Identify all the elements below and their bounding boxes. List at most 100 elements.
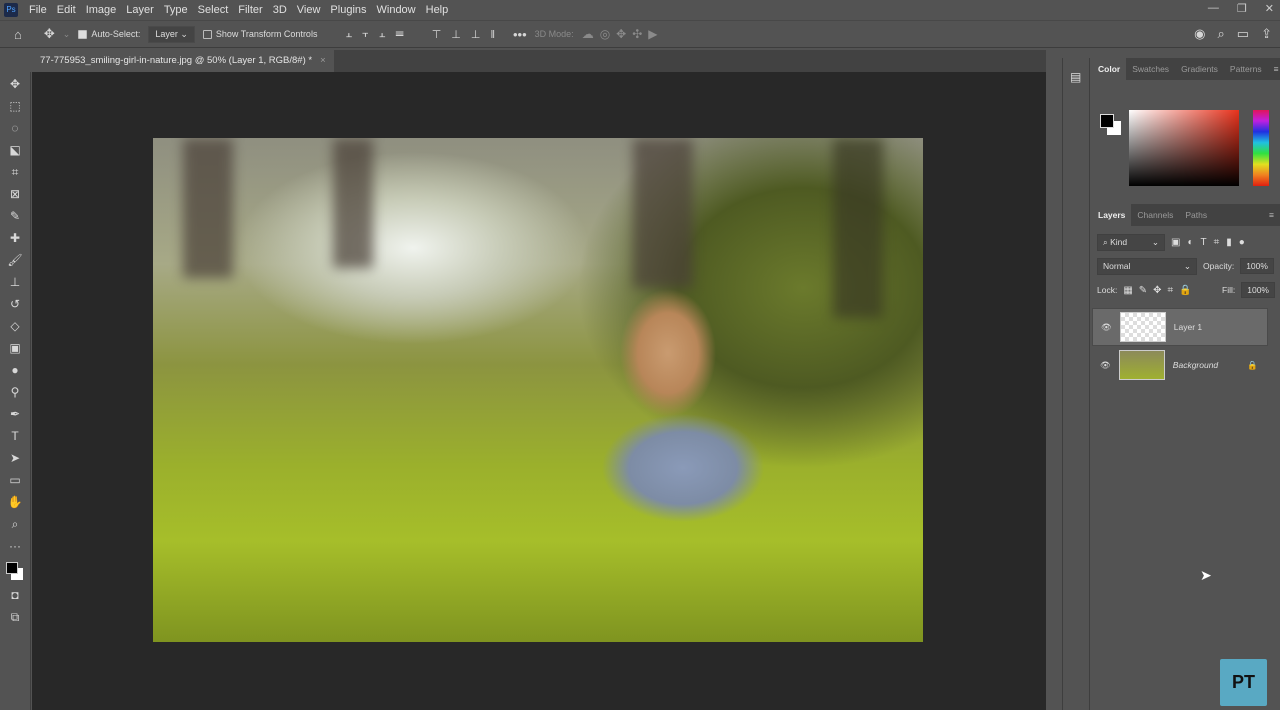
menu-file[interactable]: File	[24, 4, 52, 16]
color-field[interactable]	[1129, 110, 1239, 186]
layer-select-value: Layer	[155, 28, 178, 39]
share-upload-icon[interactable]: ⇪	[1261, 26, 1272, 42]
filter-kind-select[interactable]: ⌕ Kind ⌄	[1097, 233, 1165, 251]
panel-menu-icon[interactable]: ≡	[1268, 58, 1280, 80]
gradient-tool-icon[interactable]: ▣	[9, 340, 20, 357]
menu-bar: Ps File Edit Image Layer Type Select Fil…	[0, 0, 1280, 19]
edit-toolbar-icon[interactable]: ···	[9, 538, 21, 555]
menu-window[interactable]: Window	[372, 4, 421, 16]
show-transform-checkbox[interactable]: Show Transform Controls	[202, 29, 318, 39]
color-panel	[1092, 80, 1280, 196]
blur-tool-icon[interactable]: ●	[11, 362, 18, 379]
show-transform-label: Show Transform Controls	[215, 29, 318, 39]
fg-bg-color-swatch[interactable]	[4, 560, 26, 582]
close-icon[interactable]: ✕	[1265, 2, 1274, 15]
layer-name: Background	[1172, 360, 1219, 370]
type-tool-icon[interactable]: T	[11, 428, 18, 445]
pen-tool-icon[interactable]: ✒	[10, 406, 20, 423]
quick-mask-icon[interactable]: ◘	[11, 587, 18, 604]
share-icon[interactable]: ◉	[1194, 26, 1205, 42]
home-icon[interactable]: ⌂	[14, 27, 22, 42]
3d-tools-icons[interactable]: ☁◎✥✣▶	[582, 27, 664, 41]
filter-kind-value: Kind	[1110, 236, 1128, 247]
menu-plugins[interactable]: Plugins	[325, 4, 371, 16]
opacity-input[interactable]: 100%	[1240, 258, 1274, 274]
menu-select[interactable]: Select	[193, 4, 234, 16]
history-brush-icon[interactable]: ↺	[10, 296, 20, 313]
tab-gradients[interactable]: Gradients	[1175, 58, 1224, 80]
menu-help[interactable]: Help	[421, 4, 454, 16]
close-tab-icon[interactable]: ×	[320, 50, 326, 72]
tab-patterns[interactable]: Patterns	[1224, 58, 1268, 80]
dodge-tool-icon[interactable]: ⚲	[11, 384, 20, 401]
fill-input[interactable]: 100%	[1241, 282, 1275, 298]
healing-brush-icon[interactable]: ✚	[10, 230, 20, 247]
tab-layers[interactable]: Layers	[1092, 204, 1132, 226]
layer-select[interactable]: Layer ⌄	[148, 25, 195, 43]
chevron-down-icon[interactable]: ⌄	[63, 29, 71, 40]
clone-stamp-icon[interactable]: ⊥	[10, 274, 20, 291]
layer-row[interactable]: 👁 Layer 1	[1092, 308, 1268, 346]
workspace-icon[interactable]: ▭	[1237, 26, 1249, 42]
minimize-icon[interactable]: —	[1208, 2, 1219, 15]
layer-row[interactable]: 👁 Background 🔒	[1092, 346, 1280, 384]
filter-type-icons[interactable]: ▣◐T⌗▮●	[1171, 237, 1252, 248]
document-image[interactable]	[153, 138, 923, 642]
layers-panel-tabs: Layers Channels Paths ≡	[1092, 204, 1280, 226]
menu-filter[interactable]: Filter	[233, 4, 267, 16]
layer-filter-row: ⌕ Kind ⌄ ▣◐T⌗▮●	[1092, 230, 1280, 254]
auto-select-label: Auto-Select:	[91, 29, 141, 39]
menu-type[interactable]: Type	[159, 4, 193, 16]
menu-view[interactable]: View	[292, 4, 326, 16]
right-panels: Color Swatches Gradients Patterns ≡ Laye…	[1092, 58, 1280, 710]
menu-edit[interactable]: Edit	[52, 4, 81, 16]
visibility-eye-icon[interactable]: 👁	[1100, 360, 1111, 371]
tab-channels[interactable]: Channels	[1131, 204, 1179, 226]
options-bar: ⌂ ✥ ⌄ Auto-Select: Layer ⌄ Show Transfor…	[0, 20, 1280, 48]
hand-tool-icon[interactable]: ✋	[8, 494, 23, 511]
search-icon[interactable]: ⌕	[1218, 26, 1225, 42]
eraser-tool-icon[interactable]: ◇	[10, 318, 19, 335]
frame-tool-icon[interactable]: ⊠	[10, 186, 20, 203]
eyedropper-tool-icon[interactable]: ✎	[10, 208, 20, 225]
crop-tool-icon[interactable]: ⌗	[12, 164, 19, 181]
move-tool-icon[interactable]: ✥	[10, 76, 20, 93]
distribute-icons[interactable]: ⊤⊥⊥‖	[432, 28, 505, 41]
menu-3d[interactable]: 3D	[268, 4, 292, 16]
object-select-tool-icon[interactable]: ⬕	[9, 142, 20, 159]
3d-mode-label: 3D Mode:	[534, 29, 574, 39]
photoshop-logo: Ps	[4, 2, 18, 17]
lock-icons[interactable]: ▦✎✥⌗🔒	[1123, 285, 1197, 296]
collapsed-panel-column: ▤	[1062, 58, 1090, 710]
visibility-eye-icon[interactable]: 👁	[1101, 322, 1112, 333]
hue-slider[interactable]	[1253, 110, 1269, 186]
lock-icon: 🔒	[1247, 359, 1258, 370]
document-tab-title: 77-775953_smiling-girl-in-nature.jpg @ 5…	[40, 55, 313, 66]
rectangle-tool-icon[interactable]: ▭	[9, 472, 20, 489]
lasso-tool-icon[interactable]: ◌	[11, 120, 18, 137]
document-tab[interactable]: 77-775953_smiling-girl-in-nature.jpg @ 5…	[32, 50, 334, 72]
tab-color[interactable]: Color	[1092, 58, 1127, 80]
zoom-tool-icon[interactable]: ⌕	[12, 516, 19, 533]
tab-swatches[interactable]: Swatches	[1126, 58, 1175, 80]
lock-row: Lock: ▦✎✥⌗🔒 Fill: 100%	[1092, 278, 1280, 302]
foreground-color-swatch[interactable]	[1100, 114, 1114, 128]
move-tool-icon[interactable]: ✥	[44, 26, 55, 42]
path-select-icon[interactable]: ➤	[10, 450, 20, 467]
auto-select-checkbox[interactable]: Auto-Select:	[78, 29, 140, 39]
screen-mode-icon[interactable]: ⧉	[11, 609, 20, 626]
history-panel-icon[interactable]: ▤	[1070, 70, 1081, 84]
fill-label: Fill:	[1222, 285, 1236, 295]
panel-menu-icon[interactable]: ≡	[1263, 204, 1280, 226]
brush-tool-icon[interactable]: 🖌	[7, 252, 22, 269]
layer-thumbnail	[1119, 312, 1166, 342]
tab-paths[interactable]: Paths	[1179, 204, 1213, 226]
menu-image[interactable]: Image	[81, 4, 122, 16]
align-icons[interactable]: ⫠⫟⫠☰	[345, 28, 413, 41]
blend-mode-value: Normal	[1103, 260, 1131, 271]
blend-mode-select[interactable]: Normal ⌄	[1097, 257, 1197, 275]
more-options-button[interactable]: •••	[513, 27, 527, 42]
restore-icon[interactable]: ❐	[1237, 2, 1247, 15]
marquee-tool-icon[interactable]: ⬚	[9, 98, 20, 115]
menu-layer[interactable]: Layer	[121, 4, 159, 16]
